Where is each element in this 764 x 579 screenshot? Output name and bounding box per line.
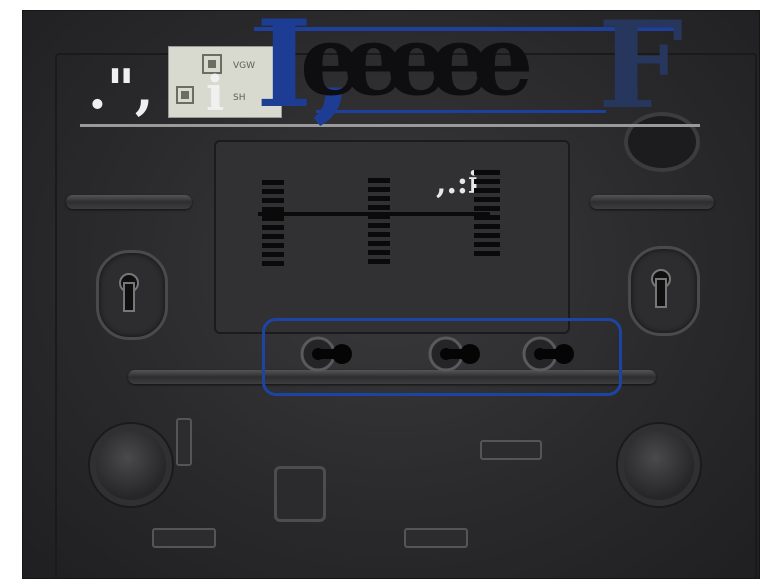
- mount-hole-3: [522, 336, 574, 372]
- overlay-dash: [474, 215, 500, 220]
- square-button-recess: [274, 466, 326, 522]
- overlay-dash: [262, 234, 284, 239]
- overlay-dash: [262, 243, 284, 248]
- overlay-dash: [474, 206, 500, 211]
- overlay-glyph-right: F: [598, 0, 684, 136]
- overlay-dash: [474, 179, 500, 184]
- overlay-dash: [474, 242, 500, 247]
- sticker-text-line2: SH: [233, 93, 246, 103]
- overlay-dash: [368, 259, 390, 264]
- latch-clip-bottom-mid: [404, 528, 468, 548]
- overlay-dash: [262, 207, 284, 212]
- overlay-dash: [474, 233, 500, 238]
- overlay-dash: [368, 187, 390, 192]
- rail-left-upper: [66, 195, 192, 209]
- overlay-dash: [474, 197, 500, 202]
- rubber-foot-left: [90, 424, 172, 506]
- sticker-text-line1: VGW: [233, 61, 256, 71]
- overlay-dash: [368, 205, 390, 210]
- overlay-dash: [474, 188, 500, 193]
- mount-hole-1: [300, 336, 352, 372]
- overlay-dash: [262, 180, 284, 185]
- latch-clip-right: [480, 440, 542, 460]
- overlay-dash: [262, 225, 284, 230]
- rubber-foot-right: [618, 424, 700, 506]
- rail-right-upper: [590, 195, 714, 209]
- keyhole-mount-left: [96, 250, 168, 340]
- photo-stage: VGW SH I, eeeee F .", i ,.:i_: [0, 0, 764, 579]
- overlay-dash: [474, 224, 500, 229]
- overlay-dash: [368, 232, 390, 237]
- overlay-dash: [262, 261, 284, 266]
- overlay-dash: [368, 178, 390, 183]
- overlay-dash: [368, 250, 390, 255]
- keyhole-icon: [651, 269, 671, 308]
- keyhole-icon: [119, 273, 139, 312]
- overlay-dash: [368, 223, 390, 228]
- overlay-dash: [474, 251, 500, 256]
- overlay-dash: [474, 170, 500, 175]
- overlay-dash: [262, 216, 284, 221]
- latch-clip-bottom-left: [152, 528, 216, 548]
- overlay-dash: [262, 189, 284, 194]
- mount-hole-2: [428, 336, 480, 372]
- overlay-dash: [262, 198, 284, 203]
- keyhole-mount-right: [628, 246, 700, 336]
- overlay-dash: [368, 196, 390, 201]
- overlay-dash: [262, 252, 284, 257]
- overlay-punct-i: i: [206, 66, 225, 122]
- overlay-dash: [368, 241, 390, 246]
- latch-clip-left: [176, 418, 192, 466]
- overlay-punct-left: .",: [88, 57, 154, 121]
- overlay-glyph-mid: eeeee: [300, 4, 533, 117]
- overlay-dash: [368, 214, 390, 219]
